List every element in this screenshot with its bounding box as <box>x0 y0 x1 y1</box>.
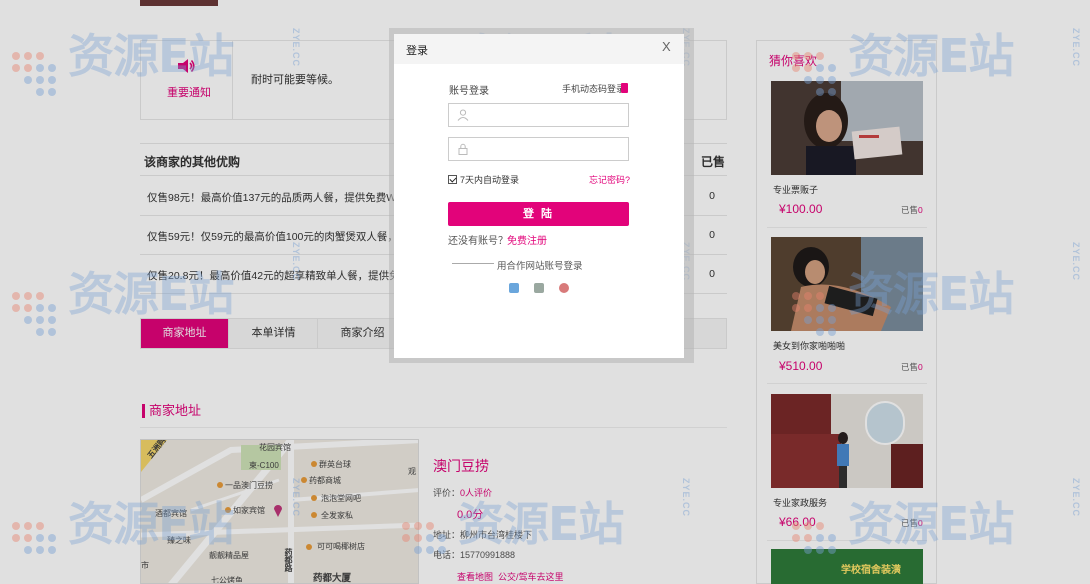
watermark-text: 资源E站 <box>848 497 1014 551</box>
partner-divider <box>452 263 494 264</box>
watermark-domain: ZYE.CC <box>1071 478 1081 518</box>
modal-header: 登录 X <box>394 34 684 64</box>
watermark-dots-icon <box>12 52 56 96</box>
watermark-dots-icon <box>12 292 56 336</box>
watermark-domain: ZYE.CC <box>291 242 301 282</box>
watermark-dots-icon <box>12 522 56 554</box>
watermark-dots-icon <box>792 292 836 336</box>
watermark-domain: ZYE.CC <box>291 28 301 68</box>
modal-title: 登录 <box>406 45 428 57</box>
watermark-text: 资源E站 <box>68 267 234 321</box>
watermark-text: 资源E站 <box>848 29 1014 83</box>
watermark-domain: ZYE.CC <box>291 478 301 518</box>
password-input[interactable] <box>475 140 625 158</box>
partner-login-text: 用合作网站账号登录 <box>497 261 583 272</box>
wechat-login-icon[interactable] <box>534 283 544 293</box>
watermark-dots-icon <box>792 522 836 554</box>
watermark-text: 资源E站 <box>68 29 234 83</box>
mobile-phone-icon[interactable] <box>621 83 628 93</box>
watermark-domain: ZYE.CC <box>681 478 691 518</box>
watermark-dots-icon <box>792 52 836 96</box>
watermark-dots-icon <box>402 522 446 554</box>
watermark-text: 资源E站 <box>68 497 234 551</box>
login-button[interactable]: 登 陆 <box>448 202 629 226</box>
remember-me[interactable]: 7天内自动登录 <box>448 173 519 186</box>
watermark-text: 资源E站 <box>458 497 624 551</box>
close-icon[interactable]: X <box>662 39 671 54</box>
password-field[interactable] <box>448 137 629 161</box>
watermark-text: 资源E站 <box>848 267 1014 321</box>
watermark-domain: ZYE.CC <box>1071 28 1081 68</box>
user-icon <box>457 109 469 121</box>
username-field[interactable] <box>448 103 629 127</box>
watermark-domain: ZYE.CC <box>1071 242 1081 282</box>
account-login-tab[interactable]: 账号登录 <box>449 82 489 97</box>
remember-checkbox[interactable] <box>448 175 457 184</box>
qq-login-icon[interactable] <box>509 283 519 293</box>
username-input[interactable] <box>475 106 625 124</box>
no-account-text: 还没有账号？ <box>448 236 508 247</box>
phone-login-link[interactable]: 手机动态码登录 <box>562 82 625 95</box>
register-link[interactable]: 免费注册 <box>507 232 547 247</box>
remember-label: 7天内自动登录 <box>460 175 520 185</box>
lock-icon <box>458 143 468 155</box>
login-modal: 登录 X 账号登录 手机动态码登录 7天内自动登录 忘记密码? 登 陆 还没有账… <box>394 34 684 358</box>
weibo-login-icon[interactable] <box>559 283 569 293</box>
forgot-password-link[interactable]: 忘记密码? <box>589 173 630 186</box>
